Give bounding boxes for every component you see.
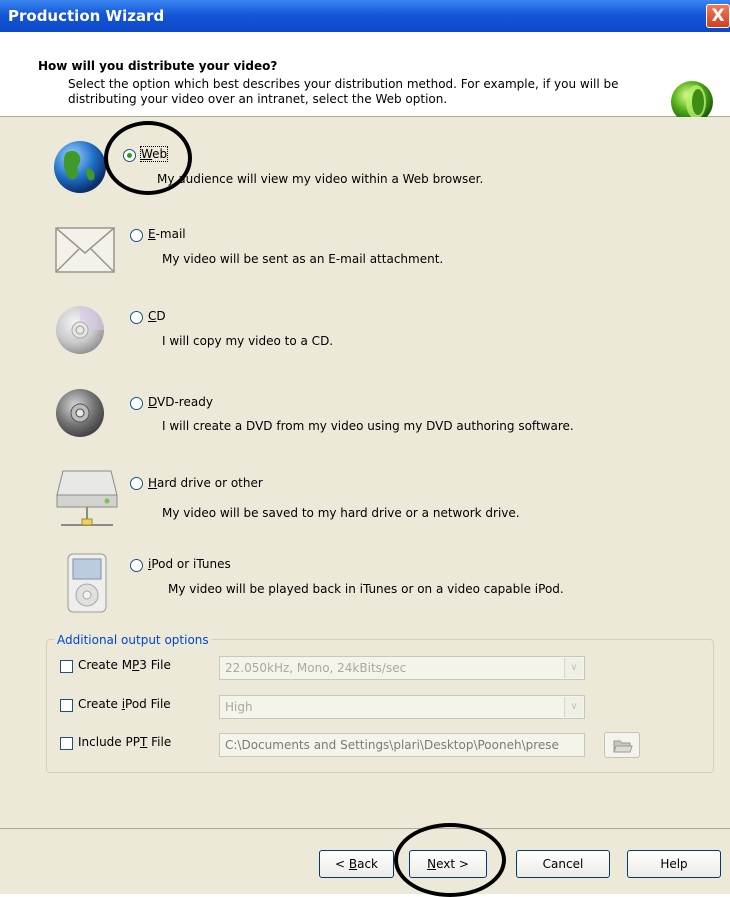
hard-drive-label-rest: ard drive or other (157, 476, 263, 490)
ipod-file-label-pre: Create (78, 697, 122, 711)
cancel-button[interactable]: Cancel (516, 850, 610, 878)
email-mnemonic: E (148, 227, 156, 241)
header-description-line1: Select the option which best describes y… (68, 77, 619, 91)
ppt-label-post: File (147, 735, 172, 749)
mp3-label[interactable]: Create MP3 File (78, 658, 171, 672)
folder-open-icon (613, 740, 633, 753)
web-description: My audience will view my video within a … (157, 172, 484, 186)
ipod-label[interactable]: iPod or iTunes (148, 557, 231, 571)
browse-folder-button[interactable] (604, 732, 640, 758)
mp3-label-pre: Create M (78, 658, 133, 672)
globe-icon (54, 141, 106, 193)
hard-drive-radio[interactable] (130, 477, 143, 490)
email-radio[interactable] (130, 229, 143, 242)
footer-separator (0, 828, 730, 829)
chevron-down-icon: ∨ (564, 697, 583, 717)
ipod-file-label[interactable]: Create iPod File (78, 697, 171, 711)
header-description-line2: distributing your video over an intranet… (68, 92, 448, 106)
mp3-format-dropdown[interactable]: 22.050kHz, Mono, 24kBits/sec ∨ (219, 656, 585, 680)
ipod-radio[interactable] (130, 559, 143, 572)
wizard-header: How will you distribute your video? Sele… (0, 32, 730, 123)
back-mnemonic: B (348, 857, 358, 871)
email-label[interactable]: E-mail (148, 227, 186, 241)
mp3-format-value: 22.050kHz, Mono, 24kBits/sec (225, 661, 407, 675)
cd-icon (56, 306, 104, 354)
dvd-label[interactable]: DVD-ready (148, 395, 213, 409)
help-button[interactable]: Help (627, 850, 721, 878)
mp3-checkbox[interactable] (60, 660, 73, 673)
ipod-file-label-post: Pod File (125, 697, 171, 711)
annotation-circle-web (104, 121, 192, 195)
cd-radio[interactable] (130, 311, 143, 324)
annotation-circle-next (394, 823, 506, 897)
header-description: Select the option which best describes y… (68, 77, 658, 107)
back-label-pre: < (334, 857, 349, 871)
ppt-label-pre: Include PP (78, 735, 140, 749)
ipod-icon (67, 553, 107, 613)
envelope-icon (55, 227, 115, 273)
hard-drive-mnemonic: H (148, 476, 158, 490)
email-description: My video will be sent as an E-mail attac… (162, 252, 444, 266)
cd-label-rest: D (156, 309, 166, 323)
ipod-label-rest: Pod or iTunes (151, 557, 231, 571)
chevron-down-icon: ∨ (564, 658, 583, 678)
ppt-file-path-field[interactable]: C:\Documents and Settings\plari\Desktop\… (219, 733, 585, 757)
hard-drive-label[interactable]: Hard drive or other (148, 476, 263, 490)
cd-label[interactable]: CD (148, 309, 166, 323)
back-label-post: ack (357, 857, 378, 871)
close-icon: X (711, 6, 725, 26)
mp3-label-post: 3 File (139, 658, 171, 672)
additional-options-label: Additional output options (54, 633, 212, 647)
ipod-quality-dropdown[interactable]: High ∨ (219, 695, 585, 719)
close-button[interactable]: X (706, 4, 730, 28)
header-title: How will you distribute your video? (38, 59, 278, 73)
title-bar: Production Wizard X (0, 0, 730, 32)
dvd-radio[interactable] (130, 397, 143, 410)
cd-description: I will copy my video to a CD. (162, 334, 334, 348)
ipod-description: My video will be played back in iTunes o… (168, 582, 564, 596)
dvd-label-rest: VD-ready (157, 395, 213, 409)
ipod-quality-value: High (225, 700, 253, 714)
email-label-rest: -mail (155, 227, 186, 241)
ppt-label[interactable]: Include PPT File (78, 735, 171, 749)
dvd-description: I will create a DVD from my video using … (162, 419, 574, 433)
window-title: Production Wizard (8, 7, 165, 25)
hard-drive-description: My video will be saved to my hard drive … (162, 506, 520, 520)
hard-drive-icon (56, 470, 118, 526)
back-button[interactable]: < Back (319, 850, 394, 878)
ppt-checkbox[interactable] (60, 737, 73, 750)
ipod-file-checkbox[interactable] (60, 699, 73, 712)
dvd-mnemonic: D (148, 395, 158, 409)
dvd-icon (56, 389, 104, 437)
